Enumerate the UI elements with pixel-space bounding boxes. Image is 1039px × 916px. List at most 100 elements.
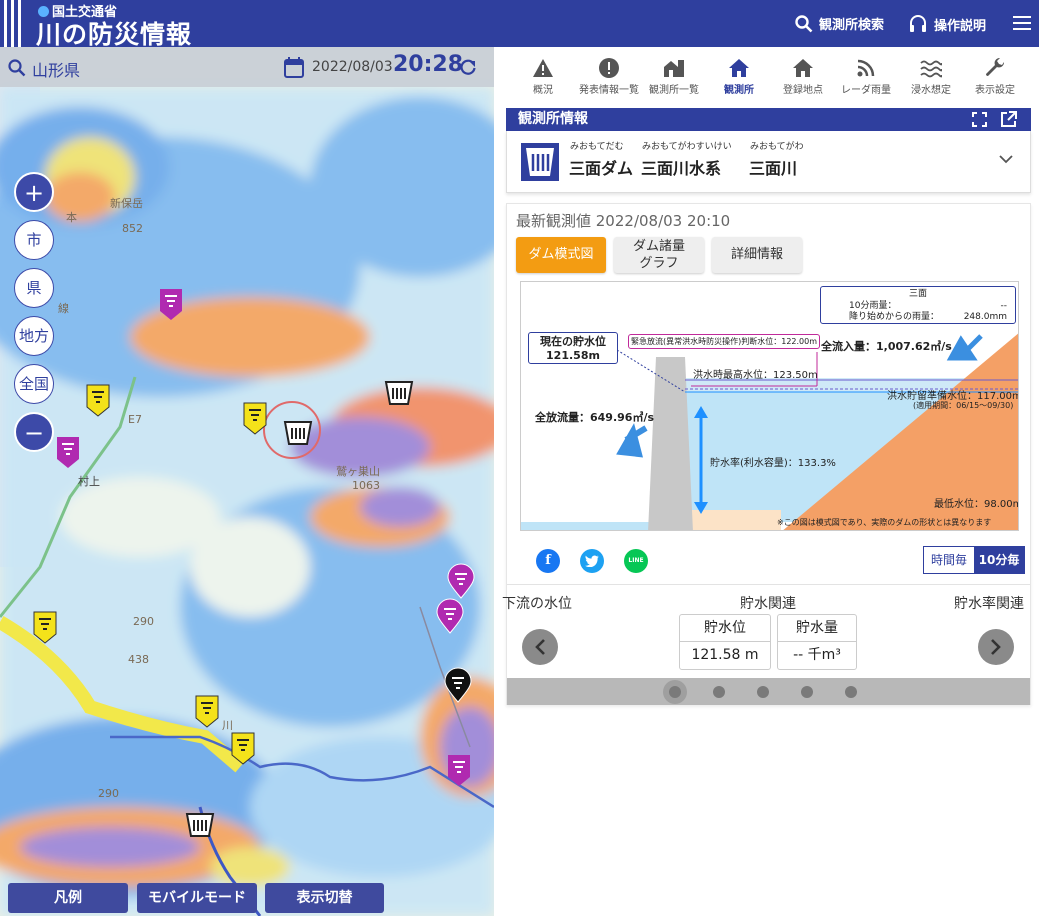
station-search-button[interactable]: 観測所検索	[795, 14, 884, 33]
water-level-marker-icon[interactable]	[194, 694, 220, 728]
chevron-down-icon[interactable]	[999, 155, 1013, 164]
scope-city-button[interactable]: 市	[14, 220, 54, 260]
page-dot[interactable]	[757, 686, 769, 698]
scope-prefecture-button[interactable]: 県	[14, 268, 54, 308]
water-level-marker-icon[interactable]	[242, 401, 268, 435]
water-level-marker-icon[interactable]	[230, 731, 256, 765]
menu-icon[interactable]	[1013, 16, 1031, 30]
nav-station[interactable]: 観測所	[707, 55, 771, 96]
logo-stripes	[4, 0, 26, 47]
carousel-pagination	[507, 678, 1030, 705]
nav-overview[interactable]: 概況	[511, 55, 575, 96]
emergency-level-label: 緊急放流(異常洪水時防災操作)判断水位：122.00m	[628, 334, 820, 349]
map-label-mountain: 鷲ヶ巣山	[336, 465, 380, 478]
nav-flood[interactable]: 浸水想定	[899, 55, 963, 96]
flood-reserve-period: (適用期間：06/15〜09/30)	[913, 401, 1014, 410]
mobile-mode-button[interactable]: モバイルモード	[137, 883, 257, 913]
twitter-bird-icon	[585, 555, 599, 568]
page-dot[interactable]	[845, 686, 857, 698]
help-button[interactable]: 操作説明	[908, 14, 986, 34]
water-level-marker-icon[interactable]	[158, 287, 184, 321]
main-nav: 概況 発表情報一覧 観測所一覧 観測所 登録地点 レーダ雨量 浸水想定 表示設定	[494, 47, 1039, 105]
scope-nation-button[interactable]: 全国	[14, 364, 54, 404]
water-level-marker-icon[interactable]	[446, 753, 472, 787]
next-button[interactable]	[978, 629, 1014, 665]
chevron-left-icon	[535, 639, 545, 655]
tab-dam-graph[interactable]: ダム諸量 グラフ	[614, 237, 704, 273]
water-level-pin-icon[interactable]	[446, 563, 476, 599]
page-dot[interactable]	[669, 686, 681, 698]
water-level-marker-icon[interactable]	[55, 435, 81, 469]
river-system-ruby: みおもてがわすいけい	[642, 142, 732, 152]
facebook-share-icon[interactable]: f	[536, 549, 560, 573]
waves-icon	[920, 60, 942, 78]
previous-button[interactable]	[522, 629, 558, 665]
app-header: 国土交通省 川の防災情報 観測所検索 操作説明	[0, 0, 1039, 49]
hourly-toggle[interactable]: 時間毎	[924, 547, 974, 573]
refresh-icon[interactable]	[459, 58, 477, 76]
inflow-label: 全流入量：1,007.62㎥/s	[821, 340, 952, 353]
water-level-pin-icon[interactable]	[435, 598, 465, 634]
map-label-elevation: 1063	[352, 479, 380, 492]
open-new-window-icon[interactable]	[1000, 111, 1017, 128]
wrench-icon	[986, 57, 1005, 76]
nav-radar[interactable]: レーダ雨量	[834, 55, 898, 96]
display-toggle-button[interactable]: 表示切替	[265, 883, 384, 913]
rain-10min-value: --	[1000, 301, 1008, 311]
related-right-label[interactable]: 貯水率関連	[954, 593, 1024, 613]
water-level-pin-icon[interactable]	[443, 667, 473, 703]
zoom-out-button[interactable]: −	[14, 412, 54, 452]
dam-marker-icon[interactable]	[283, 420, 313, 446]
current-level-value: 121.58m	[546, 349, 600, 362]
nav-settings[interactable]: 表示設定	[963, 55, 1027, 96]
nav-registered[interactable]: 登録地点	[771, 55, 835, 96]
storage-volume-label: 貯水量	[778, 615, 856, 642]
rss-icon	[857, 59, 875, 77]
dam-marker-icon[interactable]	[185, 812, 215, 838]
nav-station-list[interactable]: 観測所一覧	[642, 55, 706, 96]
water-level-marker-icon[interactable]	[85, 383, 111, 417]
dam-marker-icon[interactable]	[384, 380, 414, 406]
water-level-value-box: 貯水位 121.58 m	[679, 614, 771, 670]
nav-announcements[interactable]: 発表情報一覧	[577, 55, 641, 96]
headset-icon	[910, 15, 926, 32]
station-selector[interactable]: みおもてだむ 三面ダム みおもてがわすいけい 三面川水系 みおもてがわ 三面川	[506, 131, 1031, 193]
zoom-in-button[interactable]: +	[14, 172, 54, 212]
legend-button[interactable]: 凡例	[8, 883, 128, 913]
diagram-note: ※この図は模式図であり、実際のダムの形状とは異なります	[777, 518, 992, 527]
home-icon	[729, 59, 749, 77]
fullscreen-icon[interactable]	[972, 112, 987, 127]
page-dot[interactable]	[713, 686, 725, 698]
scope-region-button[interactable]: 地方	[14, 316, 54, 356]
map-panel[interactable]: 新保岳 852 1063 438 290 290 E7 村上 鷲ヶ巣山 川 本 …	[0, 47, 494, 916]
water-level-marker-icon[interactable]	[32, 610, 58, 644]
outflow-label: 全放流量：649.96㎥/s	[535, 411, 655, 424]
calendar-icon[interactable]	[284, 57, 304, 78]
dam-name-ruby: みおもてだむ	[570, 142, 624, 152]
ten-minute-toggle[interactable]: 10分毎	[974, 547, 1024, 573]
twitter-share-icon[interactable]	[580, 549, 604, 573]
map-label-place: 本	[66, 211, 77, 224]
rainfall-box: 三面 10分雨量： -- 降り始めからの雨量： 248.0mm	[820, 286, 1016, 324]
chevron-right-icon	[991, 639, 1001, 655]
app-title[interactable]: 川の防災情報	[36, 15, 192, 51]
alert-circle-icon	[599, 58, 619, 78]
map-label-route: 290	[133, 615, 154, 628]
tab-dam-diagram[interactable]: ダム模式図	[516, 237, 606, 273]
map-label-place: 線	[58, 302, 69, 315]
page-dot[interactable]	[801, 686, 813, 698]
area-name[interactable]: 山形県	[32, 57, 80, 81]
dam-icon	[521, 143, 559, 181]
line-share-icon[interactable]: LINE	[624, 549, 648, 573]
interval-toggle: 時間毎 10分毎	[923, 546, 1025, 574]
min-level-label: 最低水位：98.00m	[934, 499, 1019, 510]
tab-detail[interactable]: 詳細情報	[712, 237, 802, 273]
radar-map[interactable]	[0, 47, 494, 916]
river-name: 三面川	[749, 159, 798, 178]
search-icon[interactable]	[8, 59, 26, 77]
related-center-label: 貯水関連	[740, 596, 796, 612]
divider	[507, 584, 1030, 585]
map-date: 2022/08/03	[312, 59, 393, 75]
rain-station-name: 三面	[908, 289, 927, 299]
related-left-label[interactable]: 下流の水位	[502, 593, 572, 613]
